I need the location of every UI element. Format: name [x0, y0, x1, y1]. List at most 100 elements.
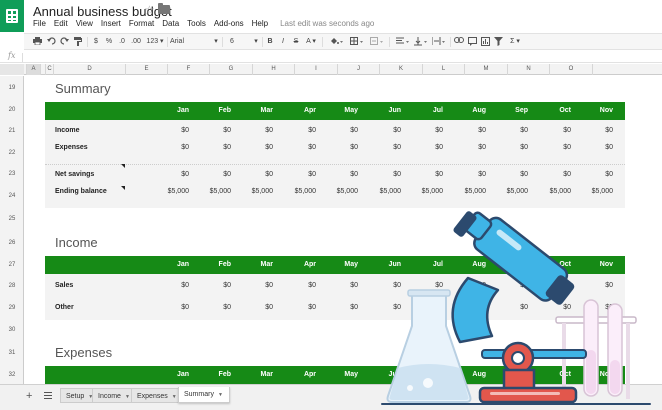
row-number[interactable]: 32	[0, 372, 24, 378]
column-header-c[interactable]: C	[45, 64, 53, 75]
cell-value[interactable]: $0	[529, 144, 571, 151]
row-number[interactable]: 20	[0, 107, 24, 113]
cell-value[interactable]: $0	[231, 304, 273, 311]
cell-value[interactable]: $0	[571, 127, 613, 134]
column-header-j[interactable]: J	[337, 64, 379, 75]
text-color-button[interactable]: A ▾	[304, 37, 318, 47]
row-number[interactable]: 22	[0, 150, 24, 156]
note-indicator[interactable]	[121, 164, 125, 168]
cell-value[interactable]: $0	[231, 171, 273, 178]
font-size-value[interactable]: 6	[228, 37, 236, 47]
increase-decimal-button[interactable]: .00	[129, 37, 143, 47]
cell-value[interactable]: $0	[189, 127, 231, 134]
row-label-ending-balance[interactable]: Ending balance	[55, 188, 107, 195]
row-number[interactable]: 31	[0, 350, 24, 356]
borders-icon[interactable]	[348, 37, 364, 47]
print-icon[interactable]	[32, 37, 42, 47]
column-header-f[interactable]: F	[167, 64, 209, 75]
cell-value[interactable]: $0	[444, 171, 486, 178]
cell-value[interactable]: $0	[359, 127, 401, 134]
column-header-o[interactable]: O	[549, 64, 592, 75]
column-header-d[interactable]: D	[53, 64, 125, 75]
cell-value[interactable]: $5,000	[231, 188, 273, 195]
cell-value[interactable]: $0	[147, 304, 189, 311]
row-label-expenses[interactable]: Expenses	[55, 144, 88, 151]
cell-value[interactable]: $0	[486, 144, 528, 151]
cell-value[interactable]: $0	[359, 144, 401, 151]
all-sheets-menu-icon[interactable]	[44, 392, 52, 399]
cell-value[interactable]: $5,000	[274, 188, 316, 195]
cell-value[interactable]: $0	[571, 171, 613, 178]
row-number[interactable]: 19	[0, 85, 24, 91]
column-header-a[interactable]: A	[26, 64, 40, 75]
link-icon[interactable]	[454, 37, 464, 47]
cell-value[interactable]: $0	[316, 171, 358, 178]
cell-value[interactable]: $0	[401, 171, 443, 178]
chevron-down-icon[interactable]: ▾	[212, 37, 220, 47]
cell-value[interactable]: $0	[189, 171, 231, 178]
cell-value[interactable]: $0	[274, 171, 316, 178]
star-icon[interactable]: ☆	[144, 3, 155, 17]
cell-value[interactable]: $0	[274, 304, 316, 311]
column-header-n[interactable]: N	[507, 64, 549, 75]
menu-file[interactable]: File	[33, 19, 46, 31]
cell-value[interactable]: $0	[189, 282, 231, 289]
row-number[interactable]: 26	[0, 240, 24, 246]
cell-value[interactable]: $5,000	[316, 188, 358, 195]
cell-value[interactable]: $0	[147, 144, 189, 151]
cell-value[interactable]: $0	[147, 171, 189, 178]
comment-icon[interactable]	[467, 37, 477, 47]
select-all-corner[interactable]	[0, 64, 24, 75]
cell-value[interactable]: $0	[444, 127, 486, 134]
horizontal-align-icon[interactable]	[394, 37, 410, 47]
strikethrough-button[interactable]: S	[292, 37, 300, 47]
row-number[interactable]: 30	[0, 327, 24, 333]
cell-value[interactable]: $5,000	[359, 188, 401, 195]
cell-value[interactable]: $0	[316, 127, 358, 134]
menu-edit[interactable]: Edit	[54, 19, 68, 31]
cell-value[interactable]: $0	[316, 144, 358, 151]
cell-value[interactable]: $0	[274, 127, 316, 134]
row-number[interactable]: 24	[0, 193, 24, 199]
cell-value[interactable]: $0	[231, 144, 273, 151]
add-sheet-button[interactable]: +	[26, 390, 32, 402]
column-header-h[interactable]: H	[252, 64, 294, 75]
currency-format-button[interactable]: $	[92, 37, 100, 47]
cell-value[interactable]: $0	[189, 304, 231, 311]
row-number[interactable]: 23	[0, 171, 24, 177]
row-label-net-savings[interactable]: Net savings	[55, 171, 94, 178]
column-header-e[interactable]: E	[125, 64, 167, 75]
formula-input[interactable]	[26, 51, 656, 63]
column-header-k[interactable]: K	[379, 64, 422, 75]
cell-value[interactable]: $0	[359, 171, 401, 178]
cell-value[interactable]: $5,000	[529, 188, 571, 195]
percent-format-button[interactable]: %	[104, 37, 114, 47]
undo-icon[interactable]	[46, 37, 56, 47]
menu-format[interactable]: Format	[129, 19, 154, 31]
folder-icon[interactable]	[158, 3, 170, 14]
text-wrap-icon[interactable]	[430, 37, 446, 47]
filter-icon[interactable]	[493, 37, 503, 47]
more-formats-button[interactable]: 123 ▾	[146, 37, 164, 47]
redo-icon[interactable]	[59, 37, 69, 47]
cell-value[interactable]: $0	[444, 144, 486, 151]
cell-value[interactable]: $0	[529, 127, 571, 134]
cell-value[interactable]: $0	[571, 144, 613, 151]
cell-value[interactable]: $5,000	[189, 188, 231, 195]
cell-value[interactable]: $0	[316, 304, 358, 311]
vertical-align-icon[interactable]	[412, 37, 428, 47]
cell-value[interactable]: $0	[401, 127, 443, 134]
cell-value[interactable]: $0	[231, 127, 273, 134]
row-number[interactable]: 29	[0, 305, 24, 311]
menu-tools[interactable]: Tools	[187, 19, 206, 31]
cell-value[interactable]: $0	[147, 282, 189, 289]
decrease-decimal-button[interactable]: .0	[117, 37, 127, 47]
cell-value[interactable]: $0	[274, 282, 316, 289]
column-header-m[interactable]: M	[464, 64, 507, 75]
cell-value[interactable]: $0	[529, 171, 571, 178]
row-label-sales[interactable]: Sales	[55, 282, 73, 289]
chevron-down-icon[interactable]: ▾	[252, 37, 260, 47]
cell-value[interactable]: $0	[231, 282, 273, 289]
sheet-tab-summary[interactable]: Summary ▼	[178, 387, 230, 403]
menu-data[interactable]: Data	[162, 19, 179, 31]
